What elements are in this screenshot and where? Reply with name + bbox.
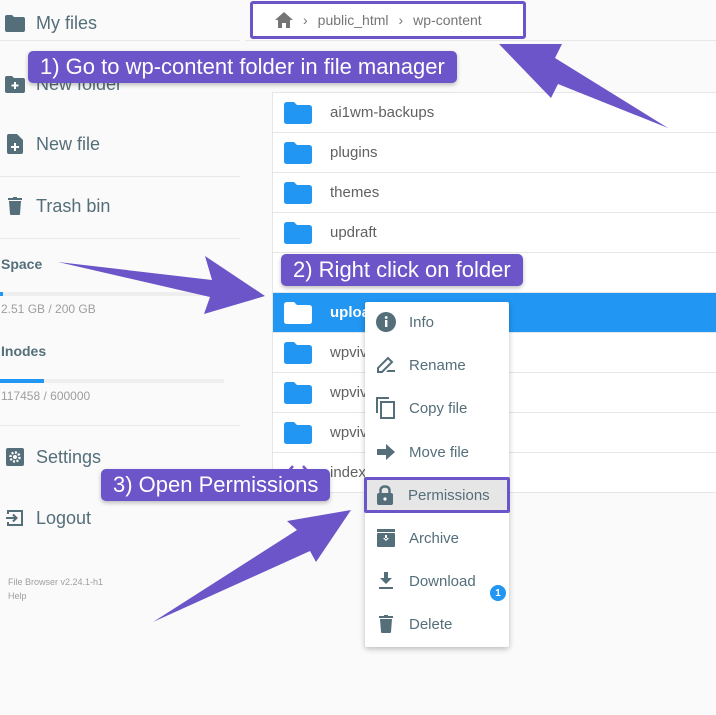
breadcrumb: › public_html › wp-content xyxy=(250,1,526,39)
breadcrumb-public-html[interactable]: public_html xyxy=(318,12,389,28)
settings-icon xyxy=(4,446,26,468)
menu-item-label: Info xyxy=(409,313,435,331)
folder-icon xyxy=(284,301,312,324)
file-name: themes xyxy=(330,184,380,201)
menu-item-label: Rename xyxy=(409,356,466,374)
folder-icon xyxy=(284,101,312,124)
upload-count-badge: 1 xyxy=(490,585,506,601)
space-progress-fill xyxy=(0,292,3,296)
new-folder-icon xyxy=(4,73,26,95)
file-row-plugins[interactable]: plugins xyxy=(273,132,716,172)
menu-item-move[interactable]: Move file xyxy=(365,432,509,472)
divider xyxy=(0,238,240,239)
sidebar-item-trash-bin[interactable]: Trash bin xyxy=(0,186,110,226)
file-row-ai1wm-backups[interactable]: ai1wm-backups xyxy=(273,92,716,132)
header-divider xyxy=(245,40,716,41)
menu-item-rename[interactable]: Rename xyxy=(365,345,509,385)
callout-step2: 2) Right click on folder xyxy=(281,254,523,286)
space-title: Space xyxy=(1,256,43,272)
divider xyxy=(0,425,240,426)
space-usage-text: 2.51 GB / 200 GB xyxy=(1,302,96,316)
archive-icon xyxy=(375,527,397,549)
callout-step1: 1) Go to wp-content folder in file manag… xyxy=(28,51,457,83)
new-file-icon xyxy=(4,133,26,155)
sidebar-item-logout[interactable]: Logout xyxy=(0,498,91,538)
callout-step3: 3) Open Permissions xyxy=(101,469,331,501)
folder-icon xyxy=(284,341,312,364)
download-icon xyxy=(375,570,397,592)
breadcrumb-separator: › xyxy=(303,12,308,28)
breadcrumb-separator: › xyxy=(398,12,404,28)
menu-item-archive[interactable]: Archive xyxy=(365,518,509,558)
inodes-title: Inodes xyxy=(1,343,47,359)
file-row-themes[interactable]: themes xyxy=(273,172,716,212)
folder-icon xyxy=(284,221,312,244)
context-menu: Info Rename Copy file Move file Permissi… xyxy=(364,302,510,647)
folder-icon xyxy=(284,141,312,164)
move-icon xyxy=(375,441,397,463)
inodes-progress-bar xyxy=(0,379,224,383)
inodes-usage-text: 117458 / 600000 xyxy=(1,389,91,403)
menu-item-copy[interactable]: Copy file xyxy=(365,388,509,428)
menu-item-label: Download xyxy=(409,572,476,590)
logout-icon xyxy=(4,507,26,529)
copy-icon xyxy=(375,397,397,419)
folder-icon xyxy=(4,12,26,34)
folder-icon xyxy=(284,421,312,444)
sidebar-item-label: Settings xyxy=(36,446,102,467)
file-name: updraft xyxy=(330,224,377,241)
file-name: plugins xyxy=(330,144,378,161)
file-name: ai1wm-backups xyxy=(330,104,435,121)
inodes-progress-fill xyxy=(0,379,44,383)
menu-item-download[interactable]: Download xyxy=(365,561,509,601)
sidebar: My files New folder New file Trash bin S… xyxy=(0,0,245,715)
rename-icon xyxy=(375,354,397,376)
help-link[interactable]: Help xyxy=(8,589,27,603)
breadcrumb-wp-content[interactable]: wp-content xyxy=(413,12,481,28)
folder-icon xyxy=(284,181,312,204)
menu-item-permissions[interactable]: Permissions xyxy=(364,477,510,513)
divider xyxy=(0,176,240,177)
menu-item-info[interactable]: Info xyxy=(365,302,509,342)
sidebar-item-label: Trash bin xyxy=(36,195,111,216)
sidebar-item-settings[interactable]: Settings xyxy=(0,437,101,477)
folder-icon xyxy=(284,381,312,404)
sidebar-item-label: New file xyxy=(36,133,101,154)
menu-item-label: Move file xyxy=(409,443,470,461)
menu-item-label: Archive xyxy=(409,529,460,547)
sidebar-item-new-file[interactable]: New file xyxy=(0,124,100,164)
divider xyxy=(0,40,240,41)
sidebar-item-my-files[interactable]: My files xyxy=(0,3,97,43)
home-icon[interactable] xyxy=(275,12,293,28)
file-row-updraft[interactable]: updraft xyxy=(273,212,716,252)
menu-item-label: Copy file xyxy=(409,399,468,417)
version-text: File Browser v2.24.1-h1 xyxy=(8,577,104,587)
space-progress-bar xyxy=(0,292,224,296)
info-icon xyxy=(375,311,397,333)
sidebar-item-label: Logout xyxy=(36,507,92,528)
delete-icon xyxy=(375,613,397,635)
lock-icon xyxy=(374,484,396,506)
menu-item-delete[interactable]: Delete xyxy=(365,604,509,644)
sidebar-item-label: My files xyxy=(36,12,98,33)
menu-item-label: Permissions xyxy=(408,486,490,504)
trash-icon xyxy=(4,195,26,217)
menu-item-label: Delete xyxy=(409,615,453,633)
